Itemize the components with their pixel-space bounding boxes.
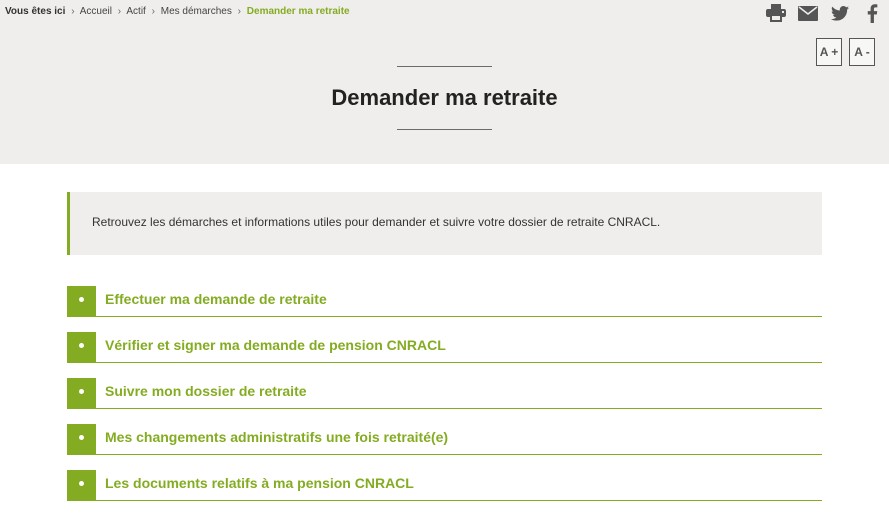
link-documents-pension[interactable]: Les documents relatifs à ma pension CNRA…: [67, 470, 822, 501]
link-label[interactable]: Les documents relatifs à ma pension CNRA…: [105, 475, 414, 491]
demarches-list: Effectuer ma demande de retraite Vérifie…: [67, 286, 822, 516]
breadcrumb-item-accueil[interactable]: Accueil: [80, 6, 112, 17]
breadcrumb: Vous êtes ici › Accueil › Actif › Mes dé…: [5, 6, 350, 17]
link-label[interactable]: Suivre mon dossier de retraite: [105, 383, 307, 399]
page-header: Vous êtes ici › Accueil › Actif › Mes dé…: [0, 0, 889, 164]
increase-font-button[interactable]: A +: [816, 38, 842, 66]
link-label[interactable]: Effectuer ma demande de retraite: [105, 291, 327, 307]
breadcrumb-separator: ›: [151, 6, 155, 17]
print-icon[interactable]: [765, 3, 787, 23]
bullet-icon: [67, 378, 96, 409]
link-label[interactable]: Mes changements administratifs une fois …: [105, 429, 448, 445]
title-divider-top: [397, 66, 492, 67]
share-toolbar: [765, 3, 883, 23]
link-suivre-dossier[interactable]: Suivre mon dossier de retraite: [67, 378, 822, 409]
page-title: Demander ma retraite: [331, 85, 558, 110]
breadcrumb-separator: ›: [117, 6, 122, 17]
bullet-icon: [67, 332, 96, 363]
link-verifier-signer[interactable]: Vérifier et signer ma demande de pension…: [67, 332, 822, 363]
breadcrumb-current: Demander ma retraite: [246, 6, 350, 17]
bullet-icon: [67, 470, 96, 501]
bullet-icon: [67, 286, 96, 317]
breadcrumb-separator: ›: [71, 6, 75, 17]
intro-text: Retrouvez les démarches et informations …: [92, 215, 661, 229]
bullet-icon: [67, 424, 96, 455]
email-icon[interactable]: [797, 3, 819, 23]
decrease-font-button[interactable]: A -: [849, 38, 875, 66]
link-effectuer-demande[interactable]: Effectuer ma demande de retraite: [67, 286, 822, 317]
link-label[interactable]: Vérifier et signer ma demande de pension…: [105, 337, 446, 353]
link-changements-administratifs[interactable]: Mes changements administratifs une fois …: [67, 424, 822, 455]
facebook-icon[interactable]: [861, 3, 883, 23]
breadcrumb-lead: Vous êtes ici: [5, 6, 66, 17]
breadcrumb-separator: ›: [237, 6, 241, 17]
breadcrumb-item-mes-demarches[interactable]: Mes démarches: [161, 6, 232, 17]
intro-box: Retrouvez les démarches et informations …: [67, 192, 822, 255]
breadcrumb-item-actif[interactable]: Actif: [126, 6, 145, 17]
title-divider-bottom: [397, 129, 492, 130]
twitter-icon[interactable]: [829, 3, 851, 23]
